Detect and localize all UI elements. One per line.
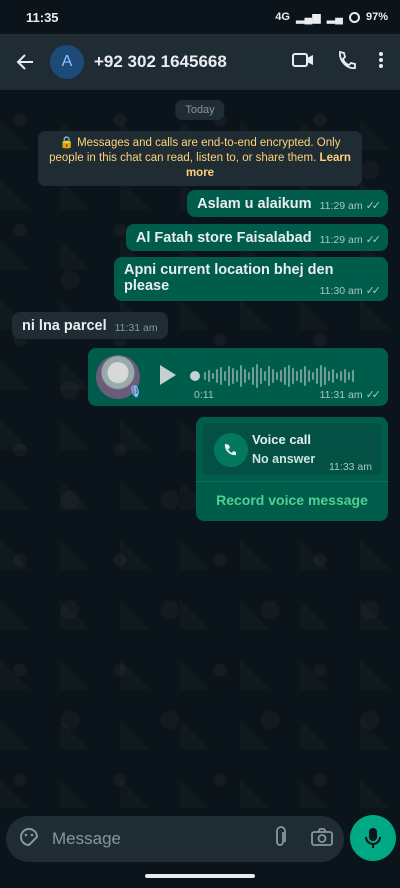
avatar[interactable]: A [50,45,84,79]
record-voice-message-button[interactable]: Record voice message [196,492,388,508]
mic-button[interactable] [350,815,396,861]
message-bubble-incoming[interactable]: ni lna parcel 11:31 am [12,312,168,339]
message-bubble[interactable]: Aslam u alaikum 11:29 am ✓✓ [187,190,388,217]
waveform-bar [216,369,218,383]
waveform-bar [208,370,210,382]
waveform-bar [248,372,250,380]
waveform-bar [336,373,338,379]
message-time: 11:31 am [319,388,363,401]
waveform-bar [320,365,322,387]
encryption-notice[interactable]: 🔒 Messages and calls are end-to-end encr… [38,131,362,186]
waveform-bar [252,367,254,385]
waveform-bar [292,368,294,384]
waveform-bar [348,372,350,380]
message-time: 11:29 am [319,233,363,246]
chat-header: A +92 302 1645668 [0,34,400,90]
read-ticks-icon: ✓✓ [365,234,382,246]
mic-badge-icon: 🎙 [128,386,142,398]
waveform-bar [284,367,286,385]
waveform-bar [332,369,334,383]
message-time: 11:30 am [319,284,363,297]
call-info: Voice call No answer 11:33 am [202,423,382,475]
missed-call-icon [214,433,248,467]
message-text: ni lna parcel [22,318,107,334]
message-bubble[interactable]: Al Fatah store Faisalabad 11:29 am ✓✓ [125,224,388,251]
network-label: 4G [275,11,290,23]
waveform-bar [256,364,258,388]
chat-area[interactable]: Today 🔒 Messages and calls are end-to-en… [0,90,400,808]
waveform-bar [228,366,230,386]
waveform-bar [324,367,326,385]
read-ticks-icon: ✓✓ [365,285,382,297]
read-ticks-icon: ✓✓ [365,200,382,212]
voice-message[interactable]: 🎙 0:11 11:31 am ✓✓ [88,348,388,406]
waveform-bar [280,370,282,382]
status-bar: 11:35 4G ▂▄▆ ▂▄ 97% [0,0,400,34]
waveform-bar [328,371,330,381]
divider [196,481,388,482]
seek-handle[interactable] [190,371,200,381]
message-input[interactable] [52,829,273,849]
back-arrow-icon[interactable] [10,47,40,77]
encryption-text: Messages and calls are end-to-end encryp… [49,137,341,164]
read-ticks-icon: ✓✓ [365,389,382,401]
voice-duration: 0:11 [194,389,214,401]
waveform-bar [236,370,238,382]
waveform-bar [220,367,222,385]
home-indicator[interactable] [145,874,255,878]
missed-call-card[interactable]: Voice call No answer 11:33 am Record voi… [196,417,388,521]
attach-icon[interactable] [273,825,287,853]
waveform-bar [296,371,298,381]
waveform-bar [300,369,302,383]
waveform-bar [204,372,206,380]
signal-icon: ▂▄▆ [295,11,321,24]
waveform-bar [308,370,310,382]
video-call-icon[interactable] [292,52,314,73]
waveform-bar [240,365,242,387]
waveform-bar [340,371,342,381]
waveform-bar [316,368,318,384]
battery-level: 97% [365,11,388,23]
call-time: 11:33 am [329,461,372,473]
waveform-bar [260,368,262,384]
voice-waveform[interactable] [204,363,374,389]
lock-icon: 🔒 [59,137,74,149]
status-time: 11:35 [26,9,59,25]
status-icons: 4G ▂▄▆ ▂▄ 97% [275,11,388,24]
message-text: Aslam u alaikum [197,196,312,212]
waveform-bar [288,365,290,387]
waveform-bar [276,372,278,380]
message-time: 11:31 am [114,322,158,334]
phone-icon[interactable] [336,50,356,75]
waveform-bar [352,370,354,382]
date-divider: Today [175,100,225,120]
waveform-bar [304,366,306,386]
waveform-bar [212,373,214,379]
waveform-bar [264,371,266,381]
signal-icon-2: ▂▄ [326,11,343,24]
battery-icon [348,11,360,23]
play-icon[interactable] [160,365,176,385]
waveform-bar [224,371,226,381]
message-time: 11:29 am [319,199,363,212]
waveform-bar [268,366,270,386]
waveform-bar [232,368,234,384]
contact-name[interactable]: +92 302 1645668 [94,52,227,72]
waveform-bar [344,369,346,383]
emoji-sticker-icon[interactable] [18,826,40,853]
message-bubble[interactable]: Apni current location bhej den please 11… [114,257,388,301]
waveform-bar [244,369,246,383]
call-title: Voice call [252,432,312,447]
waveform-bar [272,369,274,383]
call-status: No answer [252,452,316,466]
camera-icon[interactable] [311,827,333,851]
more-options-icon[interactable] [378,51,384,74]
message-text: Al Fatah store Faisalabad [135,230,312,246]
message-text: Apni current location bhej den please [124,262,334,294]
waveform-bar [312,372,314,380]
message-composer[interactable] [6,816,344,862]
